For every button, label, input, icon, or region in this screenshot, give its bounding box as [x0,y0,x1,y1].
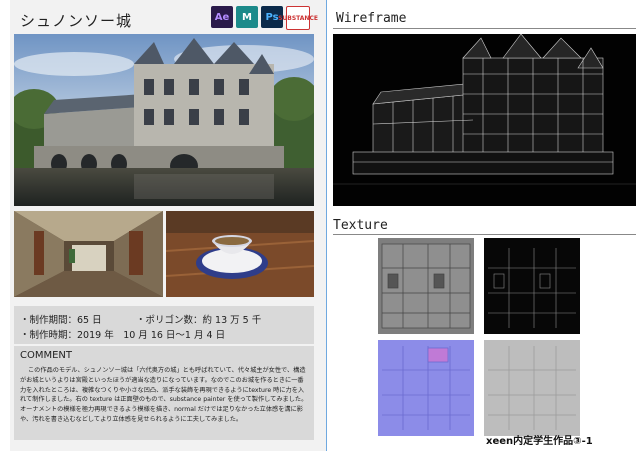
substance-painter-icon: SUBSTANCE [278,6,318,30]
after-effects-icon: Ae [211,6,233,28]
page-title: シュノンソー城 [20,12,133,30]
wireframe-heading: Wireframe [336,11,407,26]
roughness-texture-image [484,340,580,436]
production-period: ・制作期間：65 日 [20,315,102,326]
production-info-box: ・制作期間：65 日 ・ポリゴン数：約 13 万 5 千 ・制作時期：2019 … [14,306,314,344]
title-bar: シュノンソー城 Ae M Ps SUBSTANCE [14,6,318,32]
comment-heading: COMMENT [20,350,73,361]
castle-render-image [14,34,314,206]
height-texture-image [484,238,580,334]
divider [333,234,636,235]
corridor-render-image [14,211,163,297]
polygon-count: ・ポリゴン数：約 13 万 5 千 [136,315,262,326]
wireframe-image [333,34,636,206]
diffuse-texture-image [378,238,474,334]
footer-caption: xeen内定学生作品③-1 [486,436,593,447]
teacup-render-image [166,211,314,297]
portfolio-page: シュノンソー城 Ae M Ps SUBSTANCE ・制作期間：65 日 ・ポリ… [0,0,640,451]
divider [333,28,636,29]
texture-heading: Texture [333,218,388,233]
normal-texture-image [378,340,474,436]
software-logos: Ae M Ps SUBSTANCE [211,6,318,30]
comment-text: この作品のモデル、シュノンソー城は「六代奥方の城」とも呼ばれていて、代々城主が女… [20,367,308,423]
comment-box: COMMENT この作品のモデル、シュノンソー城は「六代奥方の城」とも呼ばれてい… [14,346,314,440]
maya-icon: M [236,6,258,28]
production-timing: ・制作時期：2019 年 10 月 16 日～1 月 4 日 [20,330,226,341]
